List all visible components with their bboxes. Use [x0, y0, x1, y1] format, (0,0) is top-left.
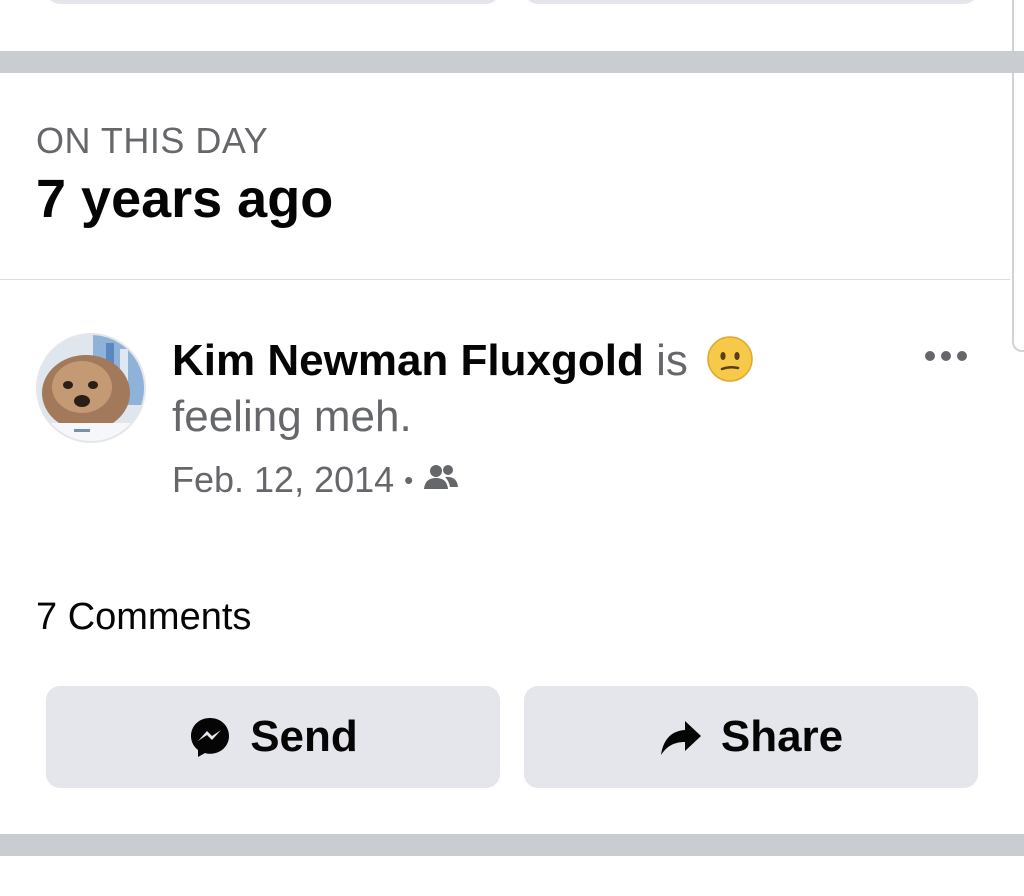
memories-page: ON THIS DAY 7 years ago Kim Newman Fluxg…	[0, 0, 1024, 896]
avatar[interactable]	[36, 333, 146, 443]
send-button[interactable]: Send	[46, 686, 500, 788]
post-date[interactable]: Feb. 12, 2014	[172, 457, 394, 503]
author-line: Kim Newman Fluxgold is	[172, 333, 892, 389]
previous-action-button-right[interactable]	[524, 0, 978, 4]
send-label: Send	[250, 712, 358, 761]
on-this-day-label: ON THIS DAY	[36, 120, 269, 161]
neutral-face-emoji-icon	[706, 335, 754, 383]
section-divider-bottom	[0, 834, 1024, 856]
friends-icon	[423, 457, 459, 503]
header-divider	[0, 279, 1010, 280]
comments-count[interactable]: 7 Comments	[36, 596, 251, 639]
author-name[interactable]: Kim Newman Fluxgold	[172, 336, 644, 385]
memory-title: 7 years ago	[36, 169, 334, 229]
share-label: Share	[720, 712, 844, 761]
status-verb: is	[656, 336, 688, 385]
dog-profile-picture	[38, 335, 144, 441]
section-divider-top	[0, 51, 1024, 73]
more-options-icon[interactable]	[918, 338, 974, 374]
post-header: Kim Newman Fluxgold is feeling meh. Feb.…	[172, 333, 892, 503]
previous-action-button-left[interactable]	[46, 0, 500, 4]
feeling-text: feeling meh.	[172, 392, 412, 441]
share-button[interactable]: Share	[524, 686, 978, 788]
share-arrow-icon	[659, 715, 703, 759]
messenger-icon	[188, 715, 232, 759]
post-meta: Feb. 12, 2014 •	[172, 457, 892, 503]
meta-separator: •	[404, 465, 414, 495]
